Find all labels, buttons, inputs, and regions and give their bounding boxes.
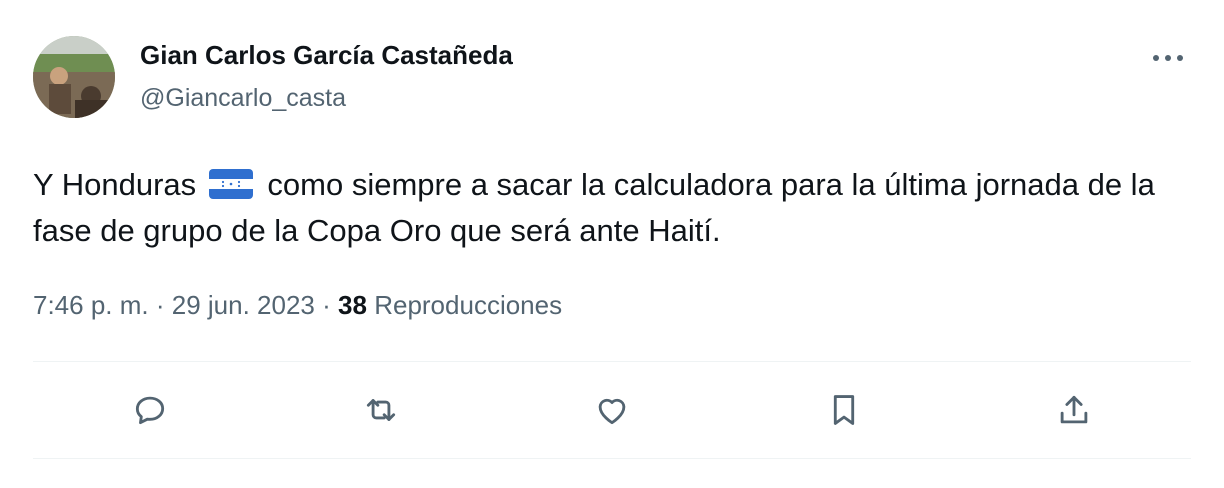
heart-icon [598,398,626,425]
tweet-text-before-flag: Y Honduras [33,167,197,202]
retweet-button[interactable] [357,386,405,434]
meta-separator: · [322,290,331,320]
bookmark-button[interactable] [820,386,868,434]
share-upload-icon [1060,395,1088,424]
more-dots-icon [1153,55,1183,61]
user-handle[interactable]: @Giancarlo_casta [140,84,346,113]
avatar[interactable] [33,36,115,118]
speech-bubble-icon [135,396,165,425]
tweet-meta: 7:46 p. m. · 29 jun. 2023 · 38 Reproducc… [33,290,562,321]
action-bar [0,362,1224,458]
reply-button[interactable] [126,386,174,434]
honduras-flag-icon [208,169,253,199]
like-button[interactable] [588,386,636,434]
avatar-image [33,36,115,118]
more-options-button[interactable] [1148,40,1188,76]
meta-separator: · [155,290,165,320]
tweet-date[interactable]: 29 jun. 2023 [172,290,315,320]
tweet-time[interactable]: 7:46 p. m. [33,290,149,320]
tweet-text: Y Honduras como siempre a sacar la calcu… [33,162,1183,254]
divider [33,458,1191,459]
tweet-text-after-flag: como siempre a sacar la calculadora para… [33,167,1155,248]
share-button[interactable] [1050,386,1098,434]
views-count: 38 [338,290,367,320]
display-name[interactable]: Gian Carlos García Castañeda [140,40,513,71]
bookmark-icon [833,395,855,425]
views-label: Reproducciones [374,290,563,320]
retweet-arrows-icon [366,399,396,421]
